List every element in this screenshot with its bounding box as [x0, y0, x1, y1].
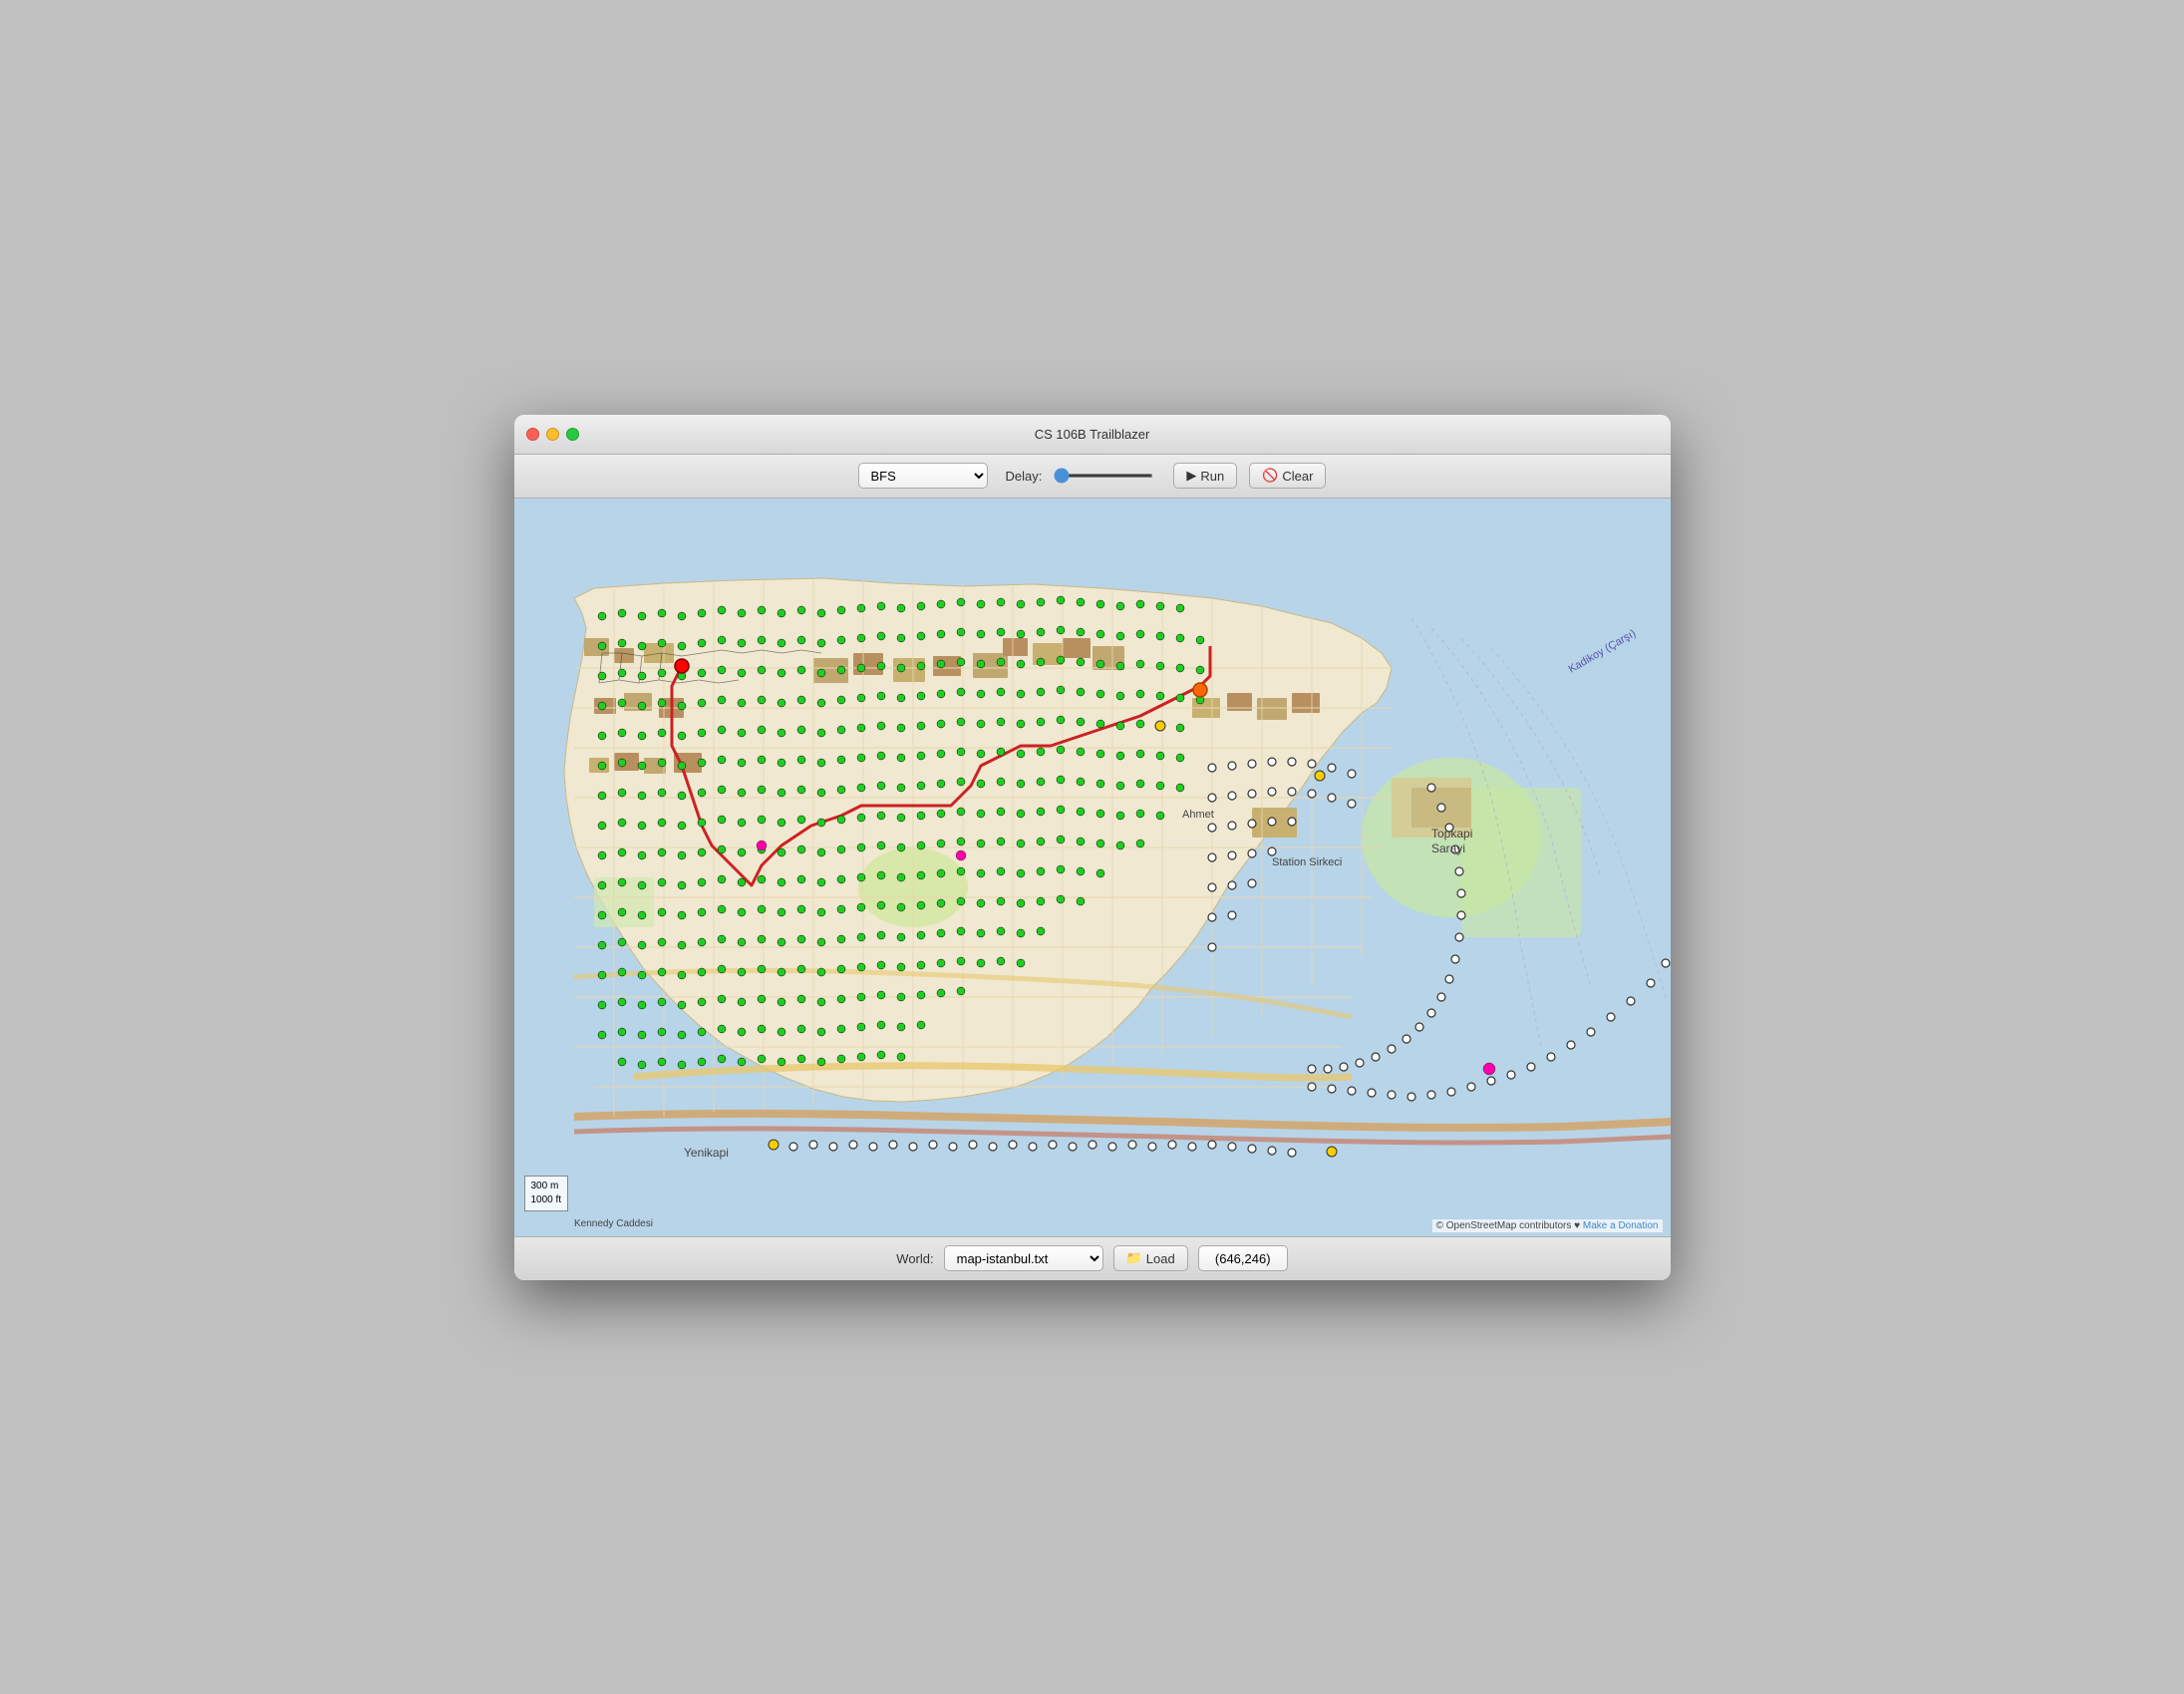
- window-title: CS 106B Trailblazer: [1035, 427, 1150, 442]
- run-icon: ▶: [1186, 468, 1196, 484]
- clear-icon: 🚫: [1262, 468, 1278, 484]
- svg-text:Yenikapi: Yenikapi: [684, 1146, 729, 1160]
- load-icon: 📁: [1126, 1250, 1142, 1266]
- svg-text:Ahmet: Ahmet: [1182, 809, 1214, 821]
- traffic-lights: [526, 428, 579, 441]
- clear-button[interactable]: 🚫 Clear: [1249, 463, 1326, 489]
- donation-link[interactable]: Make a Donation: [1583, 1220, 1659, 1231]
- scale-1000ft: 1000 ft: [531, 1193, 562, 1207]
- scale-300m: 300 m: [531, 1180, 562, 1193]
- algorithm-select[interactable]: BFS DFS Dijkstra A*: [858, 463, 988, 489]
- map-svg: Yenikapi Kennedy Caddesi Station Sirkeci…: [514, 499, 1671, 1236]
- load-button[interactable]: 📁 Load: [1113, 1245, 1188, 1271]
- statusbar: World: map-istanbul.txt map-simple.txt m…: [514, 1236, 1671, 1280]
- scale-bar: 300 m 1000 ft: [524, 1176, 569, 1211]
- delay-slider[interactable]: [1054, 474, 1153, 478]
- svg-text:Station Sirkeci: Station Sirkeci: [1272, 856, 1342, 868]
- map-container[interactable]: Yenikapi Kennedy Caddesi Station Sirkeci…: [514, 499, 1671, 1236]
- toolbar: BFS DFS Dijkstra A* Delay: ▶ Run 🚫 Clear: [514, 455, 1671, 499]
- delay-label: Delay:: [1006, 469, 1043, 484]
- clear-label: Clear: [1282, 469, 1313, 484]
- run-label: Run: [1200, 469, 1224, 484]
- svg-text:Topkapi: Topkapi: [1431, 827, 1472, 841]
- map-attribution: © OpenStreetMap contributors ♥ Make a Do…: [1432, 1219, 1663, 1232]
- svg-text:Kennedy Caddesi: Kennedy Caddesi: [574, 1218, 653, 1229]
- run-button[interactable]: ▶ Run: [1173, 463, 1237, 489]
- coordinates-display: (646,246): [1198, 1245, 1288, 1271]
- titlebar: CS 106B Trailblazer: [514, 415, 1671, 455]
- load-label: Load: [1146, 1251, 1175, 1266]
- svg-text:Sarayi: Sarayi: [1431, 842, 1465, 855]
- close-button[interactable]: [526, 428, 539, 441]
- world-label: World:: [896, 1251, 933, 1266]
- maximize-button[interactable]: [566, 428, 579, 441]
- minimize-button[interactable]: [546, 428, 559, 441]
- app-window: CS 106B Trailblazer BFS DFS Dijkstra A* …: [514, 415, 1671, 1280]
- coordinates-text: (646,246): [1215, 1251, 1271, 1266]
- world-select[interactable]: map-istanbul.txt map-simple.txt map-usa.…: [944, 1245, 1103, 1271]
